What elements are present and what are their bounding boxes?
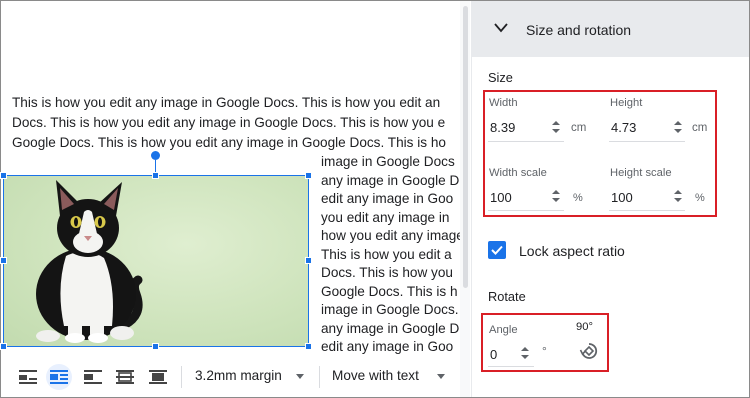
- resize-handle-right[interactable]: [305, 257, 312, 264]
- doc-wrap-line: Docs. This is how you: [321, 265, 453, 280]
- behind-text-icon[interactable]: [114, 366, 136, 388]
- doc-text-line: Google Docs. This is how you edit any im…: [12, 135, 446, 150]
- wrap-text-icon[interactable]: [46, 364, 72, 390]
- chevron-down-icon[interactable]: [437, 374, 445, 379]
- doc-text-line: This is how you edit any image in Google…: [12, 95, 441, 110]
- resize-handle-bottom-left[interactable]: [0, 343, 7, 350]
- lock-aspect-checkbox[interactable]: [488, 241, 506, 259]
- doc-text-line: Docs. This is how you edit any image in …: [12, 115, 446, 130]
- size-highlight-box: [483, 90, 717, 217]
- cat-image[interactable]: [3, 175, 309, 347]
- size-section-label: Size: [488, 70, 513, 85]
- rotate-highlight-box: [481, 313, 609, 372]
- doc-wrap-line: edit any image in Goo: [321, 191, 454, 206]
- doc-wrap-line: edit any image in Goo: [321, 339, 454, 354]
- chevron-down-icon[interactable]: [494, 23, 508, 33]
- doc-wrap-line: This is how you edit a: [321, 247, 452, 262]
- doc-wrap-line: image in Google Docs: [321, 154, 455, 169]
- resize-handle-bottom-right[interactable]: [305, 343, 312, 350]
- resize-handle-top-right[interactable]: [305, 172, 312, 179]
- toolbar-divider: [319, 366, 320, 388]
- doc-wrap-line: you edit any image in: [321, 210, 450, 225]
- in-front-of-text-icon[interactable]: [147, 366, 169, 388]
- panel-title: Size and rotation: [526, 22, 632, 38]
- resize-handle-bottom[interactable]: [152, 343, 159, 350]
- rotate-section-label: Rotate: [488, 289, 526, 304]
- scrollbar-thumb[interactable]: [463, 6, 468, 288]
- doc-wrap-line: how you edit any image: [321, 228, 460, 243]
- doc-wrap-line: any image in Google D: [321, 321, 460, 336]
- doc-wrap-line: any image in Google D: [321, 173, 460, 188]
- lock-aspect-label: Lock aspect ratio: [519, 243, 625, 259]
- inline-icon[interactable]: [17, 366, 39, 388]
- checkmark-icon: [491, 245, 503, 255]
- resize-handle-left[interactable]: [0, 257, 7, 264]
- position-dropdown[interactable]: Move with text: [332, 368, 419, 383]
- doc-wrap-line: image in Google Docs.: [321, 302, 459, 317]
- rotation-handle[interactable]: [151, 151, 160, 160]
- resize-handle-top-left[interactable]: [0, 172, 7, 179]
- cat-picture: [36, 180, 143, 343]
- toolbar-divider: [181, 366, 182, 388]
- break-text-icon[interactable]: [82, 366, 104, 388]
- margin-dropdown[interactable]: 3.2mm margin: [195, 368, 282, 383]
- resize-handle-top[interactable]: [152, 172, 159, 179]
- doc-wrap-line: Google Docs. This is h: [321, 284, 458, 299]
- chevron-down-icon[interactable]: [296, 374, 304, 379]
